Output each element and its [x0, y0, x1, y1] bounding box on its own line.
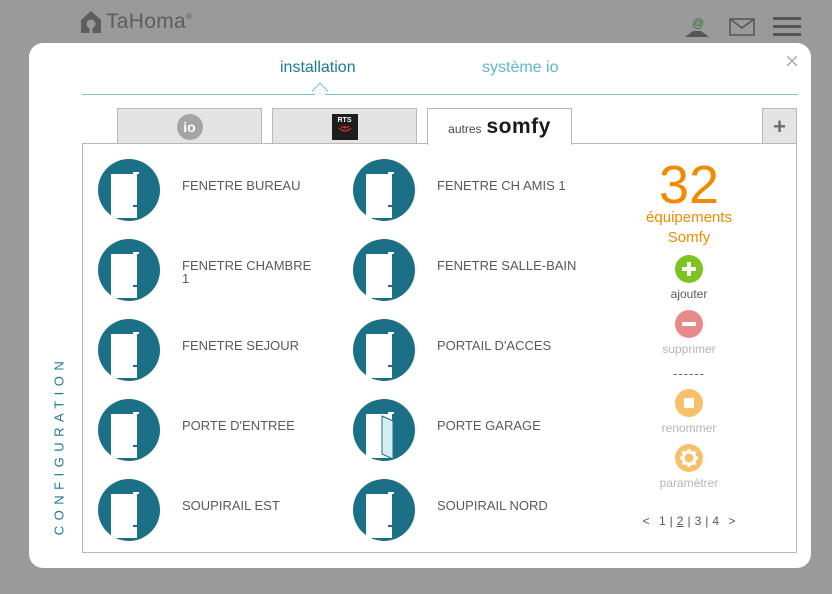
device-label: FENETRE SALLE-BAIN: [437, 258, 577, 273]
house-icon: [81, 11, 101, 33]
device-item[interactable]: SOUPIRAIL EST: [98, 479, 338, 541]
plus-circle-icon: [675, 255, 703, 283]
active-tab-pointer: [311, 82, 329, 100]
rename-button[interactable]: renommer: [631, 389, 747, 435]
device-label: PORTE GARAGE: [437, 418, 541, 433]
device-label: PORTE D'ENTREE: [182, 418, 295, 433]
page-link[interactable]: 3: [695, 514, 702, 528]
window-icon: [98, 239, 160, 301]
device-item[interactable]: PORTAIL D'ACCES: [353, 319, 593, 381]
page-link[interactable]: 1: [659, 514, 666, 528]
rts-icon: RTS: [331, 113, 358, 140]
device-item[interactable]: FENETRE CH AMIS 1: [353, 159, 593, 221]
device-panel: FENETRE BUREAU FENETRE CH AMIS 1 FENETRE C…: [82, 143, 797, 553]
device-count-label: équipements Somfy: [646, 209, 732, 246]
window-icon: [98, 399, 160, 461]
next-page-button[interactable]: >: [728, 514, 735, 528]
add-protocol-button[interactable]: +: [762, 108, 797, 144]
window-icon: [353, 239, 415, 301]
prev-page-button[interactable]: <: [643, 514, 650, 528]
remove-button[interactable]: supprimer: [631, 310, 747, 356]
window-icon: [98, 479, 160, 541]
app-name: TaHoma®: [106, 10, 193, 33]
at-sign-user-icon[interactable]: @: [683, 15, 711, 39]
add-label: ajouter: [670, 287, 708, 301]
io-icon: io: [176, 113, 203, 140]
settings-button[interactable]: paramètrer: [631, 444, 747, 490]
minus-circle-icon: [675, 310, 703, 338]
door-icon: [353, 399, 415, 461]
device-item[interactable]: FENETRE CHAMBRE 1: [98, 239, 338, 301]
tab-systeme-io[interactable]: système io: [482, 59, 558, 77]
device-item[interactable]: FENETRE BUREAU: [98, 159, 338, 221]
tab-rts[interactable]: RTS: [272, 108, 417, 144]
somfy-tab-prefix: autres: [448, 122, 482, 136]
main-tabs: installation système io: [82, 59, 798, 100]
stop-square-icon: [675, 389, 703, 417]
device-item[interactable]: SOUPIRAIL NORD: [353, 479, 593, 541]
device-label: FENETRE SEJOUR: [182, 338, 300, 353]
gear-icon: [675, 444, 703, 472]
window-icon: [98, 159, 160, 221]
pager-separator: |: [669, 514, 673, 528]
tab-somfy[interactable]: autres somfy: [427, 108, 572, 145]
separator: ------: [673, 366, 705, 381]
device-item[interactable]: FENETRE SALLE-BAIN: [353, 239, 593, 301]
rename-label: renommer: [661, 421, 717, 435]
settings-label: paramètrer: [659, 476, 719, 490]
device-label: SOUPIRAIL EST: [182, 498, 280, 513]
tahoma-logo: TaHoma®: [79, 9, 192, 35]
tab-installation[interactable]: installation: [280, 59, 356, 77]
remove-label: supprimer: [662, 342, 716, 356]
device-label: FENETRE BUREAU: [182, 178, 301, 193]
device-label: FENETRE CHAMBRE 1: [182, 258, 312, 286]
page-link[interactable]: 4: [712, 514, 719, 528]
pager-separator: |: [705, 514, 709, 528]
add-button[interactable]: ajouter: [631, 255, 747, 301]
window-icon: [353, 479, 415, 541]
pager-separator: |: [687, 514, 691, 528]
device-item[interactable]: FENETRE SEJOUR: [98, 319, 338, 381]
window-icon: [353, 319, 415, 381]
tab-io[interactable]: io: [117, 108, 262, 144]
menu-icon[interactable]: [773, 16, 801, 38]
pagination: < 1 | 2 | 3 | 4 >: [631, 514, 747, 528]
app-header: TaHoma® @: [0, 0, 832, 46]
window-icon: [98, 319, 160, 381]
page-link[interactable]: 2: [677, 514, 684, 528]
configuration-modal: × installation système io CONFIGURATION …: [29, 43, 811, 568]
device-item[interactable]: PORTE GARAGE: [353, 399, 593, 461]
device-count: 32: [658, 155, 720, 215]
rts-waves-icon: [338, 125, 351, 131]
configuration-side-label: CONFIGURATION: [51, 355, 67, 536]
somfy-logo: somfy: [486, 115, 551, 138]
svg-text:@: @: [692, 16, 704, 30]
device-item[interactable]: PORTE D'ENTREE: [98, 399, 338, 461]
device-label: SOUPIRAIL NORD: [437, 498, 548, 513]
window-icon: [353, 159, 415, 221]
mail-icon[interactable]: [729, 18, 755, 36]
device-label: FENETRE CH AMIS 1: [437, 178, 566, 193]
device-label: PORTAIL D'ACCES: [437, 338, 552, 353]
